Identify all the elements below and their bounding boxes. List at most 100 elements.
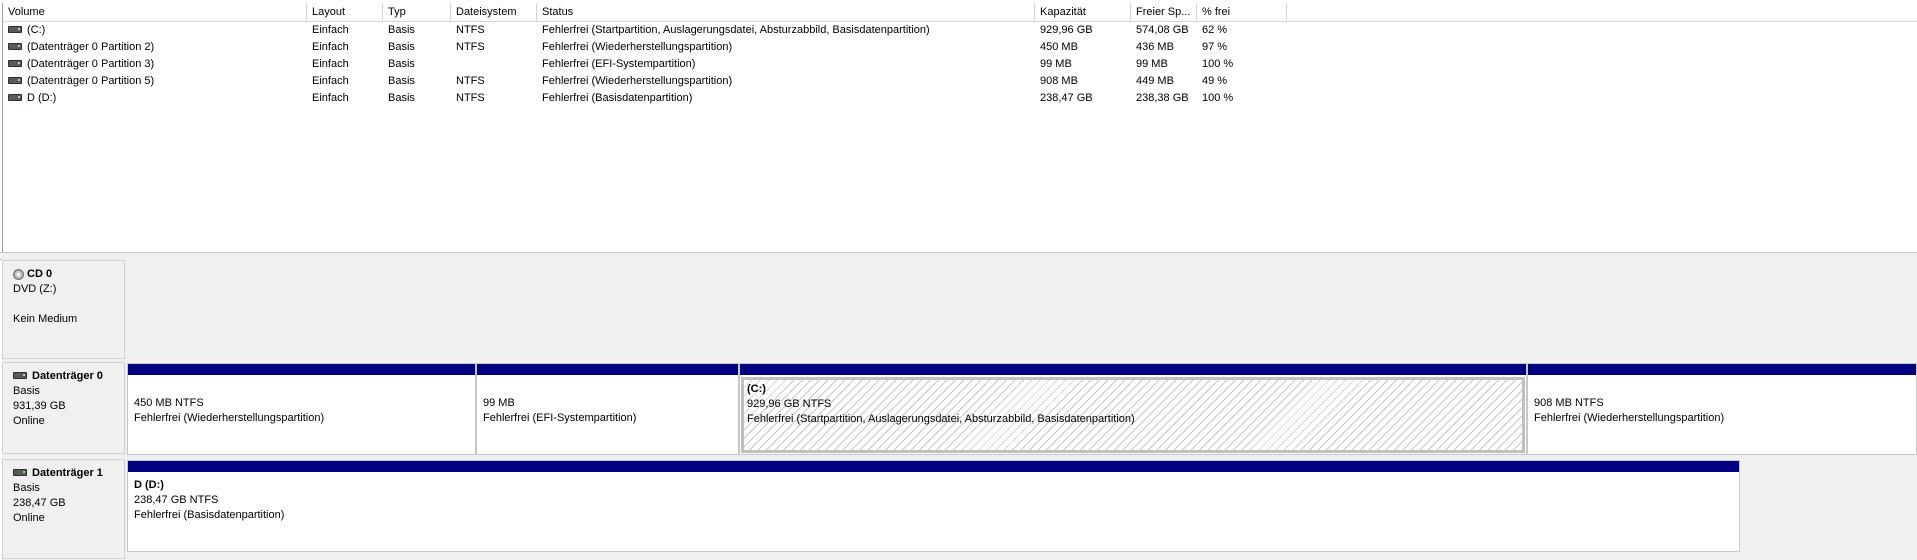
volume-name: (Datenträger 0 Partition 3) bbox=[27, 58, 155, 70]
volume-layout: Einfach bbox=[312, 58, 349, 70]
volume-layout: Einfach bbox=[312, 41, 349, 53]
volume-prozent: 100 % bbox=[1202, 58, 1234, 70]
partition-disk0-p5[interactable]: 908 MB NTFS Fehlerfrei (Wiederherstellun… bbox=[1527, 363, 1917, 455]
volume-prozent: 97 % bbox=[1202, 41, 1228, 53]
volume-dateisystem bbox=[451, 56, 537, 73]
volume-prozent: 49 % bbox=[1202, 75, 1228, 87]
disk-size: 931,39 GB bbox=[13, 400, 66, 412]
partition-name: (C:) bbox=[747, 383, 766, 395]
partition-disk1-d[interactable]: D (D:) 238,47 GB NTFS Fehlerfrei (Basisd… bbox=[127, 460, 1740, 552]
volume-name: D (D:) bbox=[27, 92, 57, 104]
volume-typ: Basis bbox=[388, 41, 415, 53]
volume-kapazitaet: 908 MB bbox=[1040, 75, 1078, 87]
volume-name: (Datenträger 0 Partition 5) bbox=[27, 75, 155, 87]
column-header-status[interactable]: Status bbox=[537, 3, 1035, 21]
disk-type: Basis bbox=[13, 482, 40, 494]
column-header-kapazitaet[interactable]: Kapazität bbox=[1035, 3, 1131, 21]
disk-label-disk1[interactable]: Datenträger 1 Basis 238,47 GB Online bbox=[2, 459, 125, 559]
partition-status: Fehlerfrei (Wiederherstellungspartition) bbox=[1534, 412, 1725, 424]
volume-name: (Datenträger 0 Partition 2) bbox=[27, 41, 155, 53]
column-header-volume[interactable]: Volume bbox=[3, 3, 307, 21]
volume-frei: 574,08 GB bbox=[1136, 24, 1189, 36]
partition-status: Fehlerfrei (Wiederherstellungspartition) bbox=[134, 412, 325, 424]
volume-dateisystem: NTFS bbox=[456, 75, 485, 87]
partition-size: 238,47 GB NTFS bbox=[134, 494, 219, 506]
disk-name: CD 0 bbox=[27, 268, 53, 280]
drive-icon bbox=[8, 25, 22, 33]
volume-frei: 436 MB bbox=[1136, 41, 1174, 53]
partition-status: Fehlerfrei (EFI-Systempartition) bbox=[483, 412, 637, 424]
disk-drive: DVD (Z:) bbox=[13, 283, 57, 295]
volume-status: Fehlerfrei (Startpartition, Auslagerungs… bbox=[542, 24, 930, 36]
volume-list[interactable]: Volume Layout Typ Dateisystem Status Kap… bbox=[2, 3, 1917, 252]
volume-status: Fehlerfrei (Basisdatenpartition) bbox=[542, 92, 693, 104]
partition-disk0-c[interactable]: (C:) 929,96 GB NTFS Fehlerfrei (Startpar… bbox=[739, 363, 1527, 455]
volume-status: Fehlerfrei (Wiederherstellungspartition) bbox=[542, 75, 733, 87]
partition-size: 908 MB NTFS bbox=[1534, 397, 1604, 409]
partition-bar bbox=[1528, 364, 1916, 375]
partition-size: 450 MB NTFS bbox=[134, 397, 204, 409]
volume-kapazitaet: 99 MB bbox=[1040, 58, 1072, 70]
disk-size: 238,47 GB bbox=[13, 497, 66, 509]
disk-type: Basis bbox=[13, 385, 40, 397]
column-header-typ[interactable]: Typ bbox=[383, 3, 451, 21]
partition-status: Fehlerfrei (Startpartition, Auslagerungs… bbox=[747, 413, 1135, 425]
column-header-layout[interactable]: Layout bbox=[307, 3, 383, 21]
drive-icon bbox=[8, 93, 22, 101]
disk-state: Online bbox=[13, 512, 45, 524]
drive-icon bbox=[8, 42, 22, 50]
volume-frei: 99 MB bbox=[1136, 58, 1168, 70]
volume-name: (C:) bbox=[27, 24, 46, 36]
volume-kapazitaet: 929,96 GB bbox=[1040, 24, 1093, 36]
disk-state: Kein Medium bbox=[13, 313, 78, 325]
partition-disk0-p2[interactable]: 450 MB NTFS Fehlerfrei (Wiederherstellun… bbox=[127, 363, 476, 455]
volume-typ: Basis bbox=[388, 92, 415, 104]
drive-icon bbox=[8, 76, 22, 84]
disk-graphical-view: CD 0 DVD (Z:) Kein Medium Datenträger 0 … bbox=[2, 259, 1917, 560]
disk-label-disk0[interactable]: Datenträger 0 Basis 931,39 GB Online bbox=[2, 362, 125, 454]
disk-state: Online bbox=[13, 415, 45, 427]
volume-dateisystem: NTFS bbox=[456, 24, 485, 36]
disk-icon bbox=[13, 468, 27, 476]
column-header-prozent-frei[interactable]: % frei bbox=[1197, 3, 1287, 21]
partition-size: 99 MB bbox=[483, 397, 515, 409]
drive-icon bbox=[8, 59, 22, 67]
column-header-dateisystem[interactable]: Dateisystem bbox=[451, 3, 537, 21]
volume-kapazitaet: 238,47 GB bbox=[1040, 92, 1093, 104]
volume-typ: Basis bbox=[388, 58, 415, 70]
column-header-freier-speicher[interactable]: Freier Sp... bbox=[1131, 3, 1197, 21]
volume-prozent: 62 % bbox=[1202, 24, 1228, 36]
volume-row[interactable]: (Datenträger 0 Partition 2) Einfach Basi… bbox=[3, 39, 1303, 56]
volume-row[interactable]: (C:) Einfach Basis NTFS Fehlerfrei (Star… bbox=[3, 22, 1303, 39]
volume-dateisystem: NTFS bbox=[456, 92, 485, 104]
partition-bar bbox=[477, 364, 738, 375]
volume-frei: 449 MB bbox=[1136, 75, 1174, 87]
partition-size: 929,96 GB NTFS bbox=[747, 398, 832, 410]
partition-name: D (D:) bbox=[134, 479, 164, 491]
partition-disk0-p3[interactable]: 99 MB Fehlerfrei (EFI-Systempartition) bbox=[476, 363, 739, 455]
volume-row[interactable]: D (D:) Einfach Basis NTFS Fehlerfrei (Ba… bbox=[3, 90, 1303, 107]
volume-prozent: 100 % bbox=[1202, 92, 1234, 104]
volume-layout: Einfach bbox=[312, 75, 349, 87]
partition-bar bbox=[128, 461, 1739, 472]
disk-name: Datenträger 1 bbox=[32, 467, 103, 479]
partition-status: Fehlerfrei (Basisdatenpartition) bbox=[134, 509, 285, 521]
volume-status: Fehlerfrei (EFI-Systempartition) bbox=[542, 58, 696, 70]
volume-typ: Basis bbox=[388, 75, 415, 87]
cd-drive-icon bbox=[13, 268, 24, 280]
disk-label-cd0[interactable]: CD 0 DVD (Z:) Kein Medium bbox=[2, 260, 125, 359]
volume-layout: Einfach bbox=[312, 92, 349, 104]
volume-kapazitaet: 450 MB bbox=[1040, 41, 1078, 53]
volume-dateisystem: NTFS bbox=[456, 41, 485, 53]
volume-row[interactable]: (Datenträger 0 Partition 5) Einfach Basi… bbox=[3, 73, 1303, 90]
disk-name: Datenträger 0 bbox=[32, 370, 103, 382]
volume-row[interactable]: (Datenträger 0 Partition 3) Einfach Basi… bbox=[3, 56, 1303, 73]
column-header-row: Volume Layout Typ Dateisystem Status Kap… bbox=[3, 3, 1917, 22]
volume-layout: Einfach bbox=[312, 24, 349, 36]
volume-typ: Basis bbox=[388, 24, 415, 36]
volume-frei: 238,38 GB bbox=[1136, 92, 1189, 104]
volume-status: Fehlerfrei (Wiederherstellungspartition) bbox=[542, 41, 733, 53]
partition-bar bbox=[740, 364, 1526, 375]
partition-bar bbox=[128, 364, 475, 375]
disk-icon bbox=[13, 371, 27, 379]
